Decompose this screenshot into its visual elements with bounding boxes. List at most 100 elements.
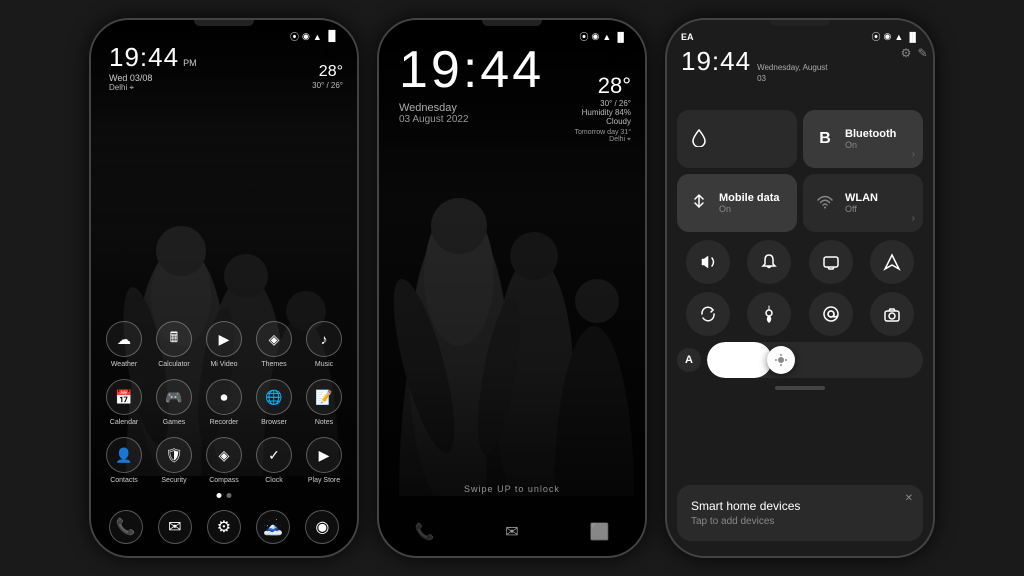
apps-row-2: 📅Calendar 🎮Games ⏺Recorder 🌐Browser 📝Not… xyxy=(99,379,349,426)
control-center-grid: B Bluetooth On › Mobile data On xyxy=(677,110,923,232)
phone-3: EA ⦿◉▲▐▌ 19:44 Wednesday, August 03 ⚙ ✎ xyxy=(665,18,935,558)
weather-widget: 🌤 28° 30° / 26° xyxy=(312,42,343,90)
nav-square-icon[interactable]: ⬜ xyxy=(590,522,610,542)
cc-rotation-icon[interactable] xyxy=(686,292,730,336)
volume-down-button-2[interactable] xyxy=(645,170,647,210)
status-icons-3: ⦿◉▲▐▌ xyxy=(871,30,919,43)
app-calendar[interactable]: 📅Calendar xyxy=(102,379,146,426)
page-dots xyxy=(217,493,232,498)
lock-range: 30° / 26° xyxy=(575,99,632,108)
app-weather[interactable]: ☁Weather xyxy=(102,321,146,368)
lock-time: 19:44 Wednesday 03 August 2022 xyxy=(399,44,544,125)
cc-date: Wednesday, August 03 xyxy=(757,62,827,84)
mobile-data-label: Mobile data xyxy=(719,192,780,204)
dock-phone[interactable]: 📞 xyxy=(109,510,143,544)
cc-edit-icons: ⚙ ✎ xyxy=(901,46,928,60)
cc-tile-mobile-data[interactable]: Mobile data On xyxy=(677,174,797,232)
app-clock[interactable]: ✓Clock xyxy=(252,437,296,484)
dock-messages[interactable]: ✉ xyxy=(158,510,192,544)
cc-icon-row-2 xyxy=(677,292,923,336)
smart-home-close[interactable]: ✕ xyxy=(905,493,913,504)
app-notes[interactable]: 📝Notes xyxy=(302,379,346,426)
clock-location: Delhi ⌖ xyxy=(109,83,197,93)
status-ea: EA xyxy=(681,32,694,42)
app-calculator[interactable]: 🖩Calculator xyxy=(152,321,196,368)
mobile-data-sub: On xyxy=(719,204,780,214)
volume-down-button-3[interactable] xyxy=(933,170,935,210)
app-games[interactable]: 🎮Games xyxy=(152,379,196,426)
dock-camera[interactable]: ◉ xyxy=(305,510,339,544)
brightness-fill xyxy=(707,342,772,378)
cc-drag-handle xyxy=(775,386,825,390)
weather-temp: 28° xyxy=(312,63,343,81)
lock-date2: 03 August 2022 xyxy=(399,114,544,125)
lock-weather: 🌤 28° 30° / 26° Humidity 84% Cloudy Tomo… xyxy=(575,48,632,144)
phone-2: ⦿◉▲▐▌ 19:44 Wednesday 03 August 2022 🌤 2… xyxy=(377,18,647,558)
mobile-data-icon xyxy=(687,191,711,216)
brightness-thumb[interactable] xyxy=(767,346,795,374)
bluetooth-label: Bluetooth xyxy=(845,128,896,140)
bluetooth-sub: On xyxy=(845,140,896,150)
cc-at-icon[interactable] xyxy=(809,292,853,336)
cc-tile-water[interactable] xyxy=(677,110,797,168)
dock-gallery[interactable]: 🗻 xyxy=(256,510,290,544)
bottom-nav-phone2: 📞 ✉ ⬜ xyxy=(379,522,645,542)
status-icons-2: ⦿◉▲▐▌ xyxy=(579,30,627,43)
brightness-bar[interactable] xyxy=(707,342,923,378)
cc-tile-mobile-text: Mobile data On xyxy=(719,192,780,214)
cc-date1: Wednesday, August xyxy=(757,62,827,73)
cc-tile-bluetooth-text: Bluetooth On xyxy=(845,128,896,150)
cc-tile-wlan[interactable]: WLAN Off › xyxy=(803,174,923,232)
clock-period: PM xyxy=(183,58,197,68)
bluetooth-chevron: › xyxy=(912,149,915,160)
volume-up-button-2[interactable] xyxy=(645,120,647,160)
cc-bell-icon[interactable] xyxy=(747,240,791,284)
app-contacts[interactable]: 👤Contacts xyxy=(102,437,146,484)
app-themes[interactable]: ◈Themes xyxy=(252,321,296,368)
power-button-3[interactable] xyxy=(665,140,667,200)
lock-tomorrow: Tomorrow day 31° xyxy=(575,129,632,136)
time-widget: 19:44 PM Wed 03/08 Delhi ⌖ xyxy=(109,42,197,93)
cc-volume-icon[interactable] xyxy=(686,240,730,284)
volume-down-button[interactable] xyxy=(357,170,359,210)
cc-tile-wlan-text: WLAN Off xyxy=(845,192,878,214)
cc-tile-bluetooth[interactable]: B Bluetooth On › xyxy=(803,110,923,168)
apps-row-3: 👤Contacts 🛡Security ◈Compass ✓Clock ▶Pla… xyxy=(99,437,349,484)
volume-up-button-3[interactable] xyxy=(933,120,935,160)
lock-date1: Wednesday xyxy=(399,102,544,114)
dock: 📞 ✉ ⚙ 🗻 ◉ xyxy=(101,510,347,544)
wlan-sub: Off xyxy=(845,204,878,214)
nav-phone-icon[interactable]: 📞 xyxy=(414,522,434,542)
smart-home-card[interactable]: ✕ Smart home devices Tap to add devices xyxy=(677,485,923,541)
smart-home-title: Smart home devices xyxy=(691,499,909,513)
bluetooth-icon: B xyxy=(813,130,837,148)
lock-humidity: Humidity 84% xyxy=(575,108,632,117)
cc-screen-icon[interactable] xyxy=(809,240,853,284)
dock-settings[interactable]: ⚙ xyxy=(207,510,241,544)
app-compass[interactable]: ◈Compass xyxy=(202,437,246,484)
cc-icon-row-1 xyxy=(677,240,923,284)
app-browser[interactable]: 🌐Browser xyxy=(252,379,296,426)
swipe-text: Swipe UP to unlock xyxy=(464,484,560,494)
weather-range: 30° / 26° xyxy=(312,81,343,90)
nav-message-icon[interactable]: ✉ xyxy=(505,522,518,542)
app-mi-video[interactable]: ▶Mi Video xyxy=(202,321,246,368)
lock-clock: 19:44 xyxy=(399,44,544,96)
app-music[interactable]: ♪Music xyxy=(302,321,346,368)
cc-camera-icon[interactable] xyxy=(870,292,914,336)
app-security[interactable]: 🛡Security xyxy=(152,437,196,484)
lock-cloudy: Cloudy xyxy=(575,117,632,126)
cc-location-icon[interactable] xyxy=(747,292,791,336)
clock-date: Wed 03/08 xyxy=(109,73,197,83)
app-recorder[interactable]: ⏺Recorder xyxy=(202,379,246,426)
settings-icon[interactable]: ⚙ xyxy=(901,46,912,60)
lock-city: Delhi ⌖ xyxy=(575,136,632,144)
app-playstore[interactable]: ▶Play Store xyxy=(302,437,346,484)
cc-nav-icon[interactable] xyxy=(870,240,914,284)
apps-row-1: ☁Weather 🖩Calculator ▶Mi Video ◈Themes ♪… xyxy=(99,321,349,368)
water-icon xyxy=(687,127,711,152)
edit-icon[interactable]: ✎ xyxy=(917,46,927,60)
status-bar-phone3: EA ⦿◉▲▐▌ xyxy=(681,30,919,43)
volume-up-button[interactable] xyxy=(357,120,359,160)
lock-temp: 28° xyxy=(575,73,632,99)
